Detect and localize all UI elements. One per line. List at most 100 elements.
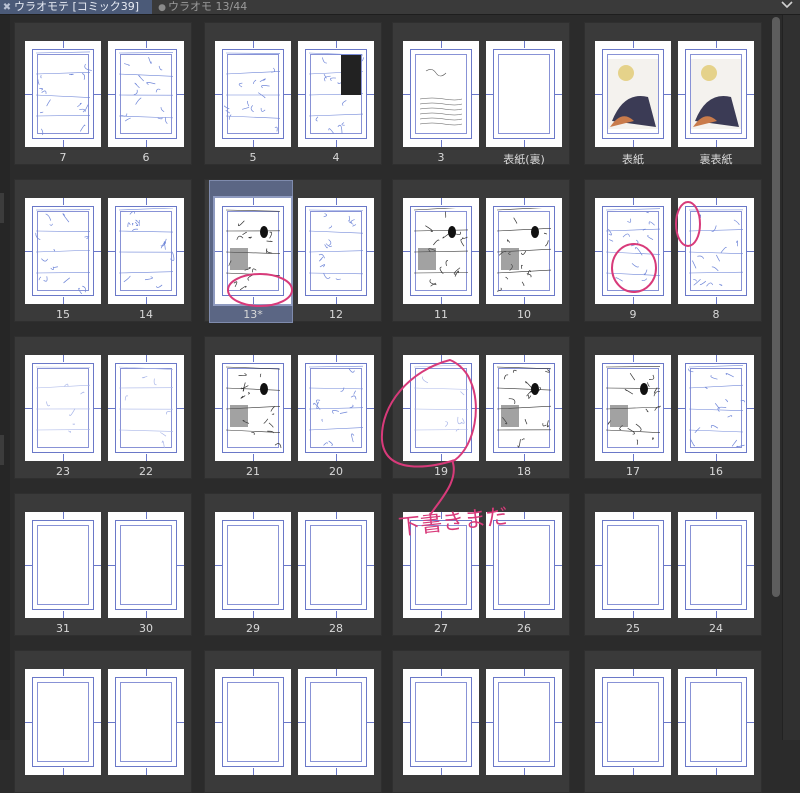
page-thumbnail[interactable] (486, 41, 562, 147)
page-thumbnail[interactable] (25, 41, 101, 147)
page-thumbnail[interactable] (403, 198, 479, 304)
page-content (412, 51, 470, 137)
crop-mark (524, 454, 525, 461)
crop-mark (678, 251, 685, 252)
page-thumbnail[interactable] (215, 198, 291, 304)
page-thumbnail[interactable] (25, 669, 101, 775)
right-panel-edge (782, 15, 800, 740)
page-spread[interactable]: 2322 (14, 336, 192, 479)
page-spread[interactable] (392, 650, 570, 793)
page-spread[interactable]: 2928 (204, 493, 382, 636)
page-spread[interactable]: 76 (14, 22, 192, 165)
page-thumbnail[interactable] (215, 41, 291, 147)
page-spread[interactable]: 3表紙(裏) (392, 22, 570, 165)
crop-mark (253, 512, 254, 519)
page-spread[interactable]: 2120 (204, 336, 382, 479)
page-thumbnail[interactable] (25, 198, 101, 304)
page-thumbnail[interactable] (678, 41, 754, 147)
tab-uraomote-comic39[interactable]: ✖ウラオモテ [コミック39] (0, 0, 152, 14)
page-thumbnail[interactable] (595, 355, 671, 461)
page-artwork (307, 208, 365, 294)
crop-mark (367, 565, 374, 566)
crop-mark (367, 408, 374, 409)
page-thumbnail[interactable] (678, 355, 754, 461)
page-content (687, 51, 745, 137)
page-spread[interactable]: 98 (584, 179, 762, 322)
page-thumbnail[interactable] (108, 669, 184, 775)
page-thumbnail[interactable] (403, 512, 479, 618)
page-thumbnail[interactable] (215, 669, 291, 775)
page-spread[interactable]: 表紙裏表紙 (584, 22, 762, 165)
page-number-label: 13* (213, 308, 293, 321)
page-thumbnail[interactable] (298, 669, 374, 775)
crop-mark (177, 94, 184, 95)
page-thumbnail[interactable] (595, 198, 671, 304)
page-thumbnail[interactable] (25, 512, 101, 618)
page-thumbnail[interactable] (215, 512, 291, 618)
page-thumbnail[interactable] (595, 512, 671, 618)
page-thumbnail[interactable] (298, 41, 374, 147)
page-thumbnail[interactable] (595, 669, 671, 775)
page-content (117, 208, 175, 294)
page-spread[interactable] (14, 650, 192, 793)
page-thumbnail[interactable] (403, 669, 479, 775)
page-artwork (34, 208, 92, 294)
page-thumbnail[interactable] (25, 355, 101, 461)
page-thumbnail[interactable] (298, 512, 374, 618)
page-artwork (224, 522, 282, 608)
page-spread[interactable]: 1514 (14, 179, 192, 322)
scrollbar-thumb[interactable] (772, 17, 780, 597)
crop-mark (63, 198, 64, 205)
page-thumbnail[interactable] (678, 512, 754, 618)
page-thumbnail[interactable] (298, 198, 374, 304)
crop-mark (146, 768, 147, 775)
page-thumbnail[interactable] (678, 198, 754, 304)
page-content (412, 208, 470, 294)
page-thumbnail[interactable] (298, 355, 374, 461)
crop-mark (25, 408, 32, 409)
page-content (687, 208, 745, 294)
close-icon[interactable]: ✖ (0, 1, 14, 15)
page-spread[interactable]: 2726 (392, 493, 570, 636)
page-content (307, 51, 365, 137)
page-thumbnail[interactable] (108, 355, 184, 461)
crop-mark (336, 611, 337, 618)
page-thumbnail[interactable] (403, 41, 479, 147)
page-thumbnail[interactable] (678, 669, 754, 775)
crop-mark (253, 355, 254, 362)
page-thumbnail[interactable] (595, 41, 671, 147)
page-thumbnail[interactable] (108, 512, 184, 618)
page-spread[interactable]: 2524 (584, 493, 762, 636)
page-spread[interactable]: 1918 (392, 336, 570, 479)
page-spread[interactable] (204, 650, 382, 793)
page-artwork (687, 208, 745, 294)
page-number-label: 19 (401, 465, 481, 478)
page-thumbnail[interactable] (215, 355, 291, 461)
page-thumbnail[interactable] (486, 355, 562, 461)
page-thumbnail[interactable] (108, 198, 184, 304)
page-content (34, 51, 92, 137)
page-number-label: 24 (676, 622, 756, 635)
page-spread[interactable]: 13*12 (204, 179, 382, 322)
page-spread[interactable]: 54 (204, 22, 382, 165)
crop-mark (336, 355, 337, 362)
crop-mark (284, 251, 291, 252)
page-thumbnail[interactable] (486, 512, 562, 618)
crop-mark (215, 408, 222, 409)
page-spread[interactable]: 3130 (14, 493, 192, 636)
chevron-down-icon[interactable] (780, 0, 794, 11)
crop-mark (253, 140, 254, 147)
page-spread[interactable]: 1716 (584, 336, 762, 479)
page-thumbnail[interactable] (486, 198, 562, 304)
page-spread[interactable] (584, 650, 762, 793)
page-spread[interactable]: 1110 (392, 179, 570, 322)
crop-mark (298, 722, 305, 723)
crop-mark (284, 94, 291, 95)
crop-mark (441, 198, 442, 205)
vertical-scrollbar[interactable] (770, 15, 782, 740)
page-thumbnail[interactable] (486, 669, 562, 775)
page-content (495, 365, 553, 451)
page-thumbnail[interactable] (108, 41, 184, 147)
page-thumbnail[interactable] (403, 355, 479, 461)
tab-uraomo[interactable]: ●ウラオモ 13/44 (156, 0, 247, 14)
